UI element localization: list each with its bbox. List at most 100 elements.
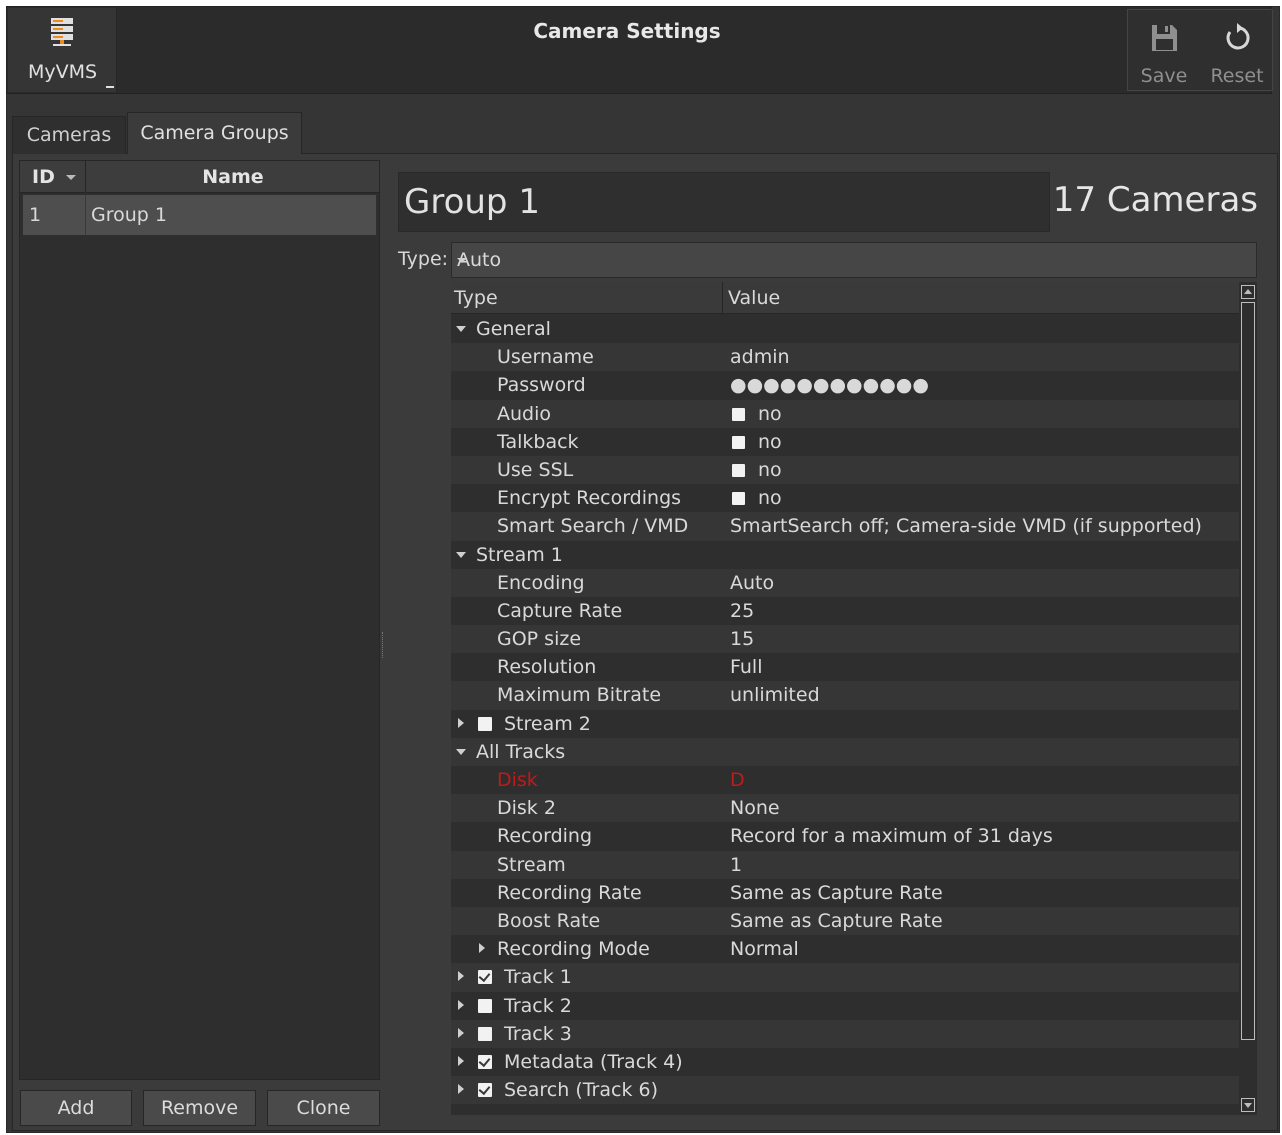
app-menu-button[interactable]: MyVMS	[8, 8, 117, 92]
expand-arrow-right-icon[interactable]	[458, 1055, 464, 1066]
reset-label: Reset	[1210, 65, 1264, 87]
column-header-type[interactable]: Type	[451, 282, 723, 314]
tree-row[interactable]: Recording Rate Same as Capture Rate	[451, 879, 1239, 907]
tree-row-value[interactable]: no	[758, 456, 782, 484]
tree-row[interactable]: Recording Mode Normal	[451, 935, 1239, 963]
column-header-id[interactable]: ID	[20, 161, 86, 193]
value-checkbox[interactable]	[732, 463, 745, 477]
tree-row[interactable]: Recording Record for a maximum of 31 days	[451, 822, 1239, 850]
tree-row-value[interactable]: 15	[730, 625, 754, 653]
camera-count: 17 Cameras	[1052, 180, 1258, 220]
tree-row-value[interactable]: None	[730, 794, 780, 822]
title-bar: MyVMS Camera Settings Save Reset	[6, 6, 1273, 94]
tree-row-value[interactable]: ●●●●●●●●●●●●	[730, 371, 929, 399]
tree-row[interactable]: Stream 1	[451, 541, 1239, 569]
expand-arrow-right-icon[interactable]	[458, 717, 464, 728]
tree-row[interactable]: Stream 2	[451, 710, 1239, 738]
expand-arrow-down-icon[interactable]	[456, 551, 466, 558]
enable-checkbox[interactable]	[478, 1054, 492, 1069]
tree-row-label: Audio	[497, 402, 552, 425]
tree-row-value[interactable]: unlimited	[730, 681, 820, 709]
expand-arrow-right-icon[interactable]	[458, 1027, 464, 1038]
splitter-handle[interactable]	[382, 632, 385, 658]
remove-button[interactable]: Remove	[143, 1090, 256, 1126]
tree-row[interactable]: Track 2	[451, 992, 1239, 1020]
tree-row[interactable]: Maximum Bitrate unlimited	[451, 681, 1239, 710]
tree-row-value[interactable]: no	[758, 484, 782, 512]
scroll-up-icon[interactable]	[1241, 285, 1255, 299]
enable-checkbox[interactable]	[478, 998, 492, 1013]
tree-row[interactable]: Capture Rate 25	[451, 597, 1239, 625]
expand-arrow-right-icon[interactable]	[458, 971, 464, 982]
tree-row[interactable]: Track 3	[451, 1019, 1239, 1048]
tree-row[interactable]: Username admin	[451, 343, 1239, 372]
tree-row[interactable]: Password ●●●●●●●●●●●●	[451, 371, 1239, 399]
tree-row[interactable]: Disk D	[451, 766, 1239, 794]
value-checkbox[interactable]	[732, 492, 745, 506]
enable-checkbox[interactable]	[478, 716, 492, 731]
tree-row-label: Stream	[497, 853, 566, 876]
enable-checkbox[interactable]	[478, 1083, 492, 1098]
expand-arrow-right-icon[interactable]	[458, 999, 464, 1010]
tree-row-value[interactable]: D	[730, 766, 745, 794]
expand-arrow-right-icon[interactable]	[479, 943, 485, 954]
tree-row-label: Track 3	[504, 1022, 572, 1045]
tree-row[interactable]: All Tracks	[451, 737, 1239, 766]
table-row[interactable]: 1 Group 1	[23, 195, 376, 235]
clone-button[interactable]: Clone	[267, 1090, 380, 1126]
tree-row-value[interactable]: Auto	[730, 569, 774, 597]
tree-row[interactable]: Metadata (Track 4)	[451, 1048, 1239, 1076]
tree-row-value[interactable]: Record for a maximum of 31 days	[730, 822, 1053, 850]
column-header-name[interactable]: Name	[87, 161, 379, 193]
vertical-scrollbar[interactable]	[1239, 282, 1257, 1115]
tree-row[interactable]: Boost Rate Same as Capture Rate	[451, 906, 1239, 936]
group-name-value: Group 1	[404, 182, 540, 222]
value-checkbox[interactable]	[732, 407, 745, 421]
tree-header: Type Value	[451, 282, 1239, 314]
tree-row[interactable]: Smart Search / VMD SmartSearch off; Camer…	[451, 512, 1239, 541]
tree-row[interactable]: Search (Track 6)	[451, 1076, 1239, 1105]
tree-row[interactable]: Use SSL no	[451, 455, 1239, 485]
column-header-value[interactable]: Value	[728, 282, 780, 314]
tree-row-value[interactable]: SmartSearch off; Camera-side VMD (if sup…	[730, 512, 1202, 540]
tree-row[interactable]: Stream 1	[451, 850, 1239, 879]
expand-arrow-right-icon[interactable]	[458, 1084, 464, 1095]
tree-row[interactable]: General	[451, 315, 1239, 343]
reset-button[interactable]: Reset	[1201, 10, 1273, 90]
tree-row-label: Track 1	[504, 966, 572, 989]
tree-row[interactable]: Encoding Auto	[451, 568, 1239, 597]
tree-row-value[interactable]: no	[758, 400, 782, 428]
enable-checkbox[interactable]	[478, 1026, 492, 1041]
tree-row-label: Smart Search / VMD	[497, 515, 689, 538]
tree-row[interactable]: Disk 2 None	[451, 794, 1239, 823]
tree-row-value[interactable]: Full	[730, 653, 763, 681]
tree-row-value[interactable]: 1	[730, 851, 742, 879]
value-checkbox[interactable]	[732, 435, 745, 449]
tree-row[interactable]: Encrypt Recordings no	[451, 484, 1239, 512]
save-button[interactable]: Save	[1128, 10, 1200, 90]
tree-row[interactable]: Audio no	[451, 399, 1239, 428]
group-name-field[interactable]: Group 1	[398, 172, 1050, 232]
tree-row-label: Search (Track 6)	[504, 1079, 658, 1102]
tree-row-label: GOP size	[497, 628, 582, 651]
add-button[interactable]: Add	[20, 1090, 132, 1126]
tree-row[interactable]: GOP size 15	[451, 625, 1239, 654]
scrollbar-thumb[interactable]	[1241, 302, 1255, 1040]
cell-name: Group 1	[91, 204, 167, 226]
tree-row[interactable]: Track 1	[451, 963, 1239, 992]
tree-row-value[interactable]: Normal	[730, 935, 799, 963]
tree-row[interactable]: Talkback no	[451, 428, 1239, 456]
tab-camera-groups[interactable]: Camera Groups	[127, 112, 302, 154]
scroll-down-icon[interactable]	[1241, 1098, 1255, 1112]
expand-arrow-down-icon[interactable]	[456, 748, 466, 755]
expand-arrow-down-icon[interactable]	[456, 326, 466, 332]
tree-row[interactable]: Resolution Full	[451, 653, 1239, 681]
tree-row-value[interactable]: Same as Capture Rate	[730, 879, 943, 907]
tree-row-value[interactable]: no	[758, 428, 782, 456]
type-dropdown[interactable]: Auto	[451, 242, 1257, 278]
tree-row-value[interactable]: admin	[730, 343, 790, 371]
tree-row-value[interactable]: 25	[730, 597, 754, 625]
tab-cameras[interactable]: Cameras	[12, 116, 126, 154]
enable-checkbox[interactable]	[478, 970, 492, 985]
tree-row-value[interactable]: Same as Capture Rate	[730, 907, 943, 935]
